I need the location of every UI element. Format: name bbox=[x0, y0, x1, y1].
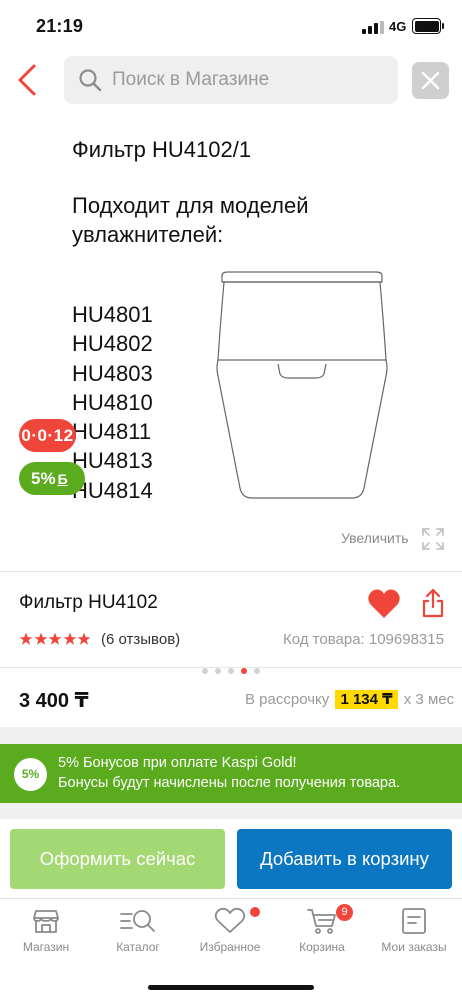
bonus-banner-line1: 5% Бонусов при оплате Kaspi Gold! bbox=[58, 755, 297, 771]
tab-label: Мои заказы bbox=[381, 940, 447, 954]
divider bbox=[0, 667, 462, 668]
model-item: HU4810 bbox=[72, 389, 153, 415]
product-price: 3 400 ₸ bbox=[19, 690, 89, 712]
section-gap bbox=[0, 727, 462, 744]
gallery-dot-active[interactable] bbox=[241, 667, 247, 674]
model-item: HU4801 bbox=[72, 302, 153, 327]
installment-suffix: х 3 мес bbox=[403, 691, 455, 708]
status-time: 21:19 bbox=[36, 16, 84, 36]
search-input[interactable] bbox=[112, 56, 392, 104]
buy-now-button[interactable]: Оформить сейчас bbox=[10, 829, 225, 889]
status-bar: 21:19 4G bbox=[0, 0, 462, 52]
model-item: HU4802 bbox=[72, 331, 153, 357]
tab-favorites[interactable]: Избранное bbox=[184, 907, 276, 963]
back-button[interactable] bbox=[14, 62, 42, 98]
model-item: HU4813 bbox=[72, 448, 153, 474]
chevron-left-icon bbox=[18, 64, 36, 96]
network-type: 4G bbox=[389, 19, 407, 34]
rating-stars bbox=[19, 632, 92, 648]
product-code: Код товара: 109698315 bbox=[283, 631, 444, 648]
product-title: Фильтр HU4102 bbox=[19, 592, 158, 613]
installment-prefix: В рассрочку bbox=[245, 691, 330, 708]
favorite-button[interactable] bbox=[367, 588, 401, 620]
bottom-tab-bar: Магазин Каталог Избранное 9 Корзина Мои … bbox=[0, 898, 462, 999]
tab-label: Каталог bbox=[116, 940, 160, 954]
cart-count-badge: 9 bbox=[336, 904, 353, 921]
star-icon bbox=[34, 632, 47, 645]
tab-shop[interactable]: Магазин bbox=[0, 907, 92, 963]
gallery-dot[interactable] bbox=[215, 667, 221, 674]
heart-filled-icon bbox=[368, 589, 400, 618]
model-item: HU4811 bbox=[72, 419, 152, 445]
sale-timer-badge: 0·0·12 bbox=[19, 419, 76, 452]
star-icon bbox=[77, 632, 91, 645]
section-gap bbox=[0, 803, 462, 819]
add-to-cart-button[interactable]: Добавить в корзину bbox=[237, 829, 452, 889]
image-subtitle-2: увлажнителей: bbox=[72, 222, 224, 247]
battery-icon bbox=[412, 18, 444, 34]
product-image-text: Фильтр HU4102/1 Подходит для моделей увл… bbox=[72, 135, 309, 503]
home-indicator bbox=[148, 985, 314, 990]
catalog-search-icon bbox=[120, 910, 155, 932]
bonus-banner-badge: 5% bbox=[14, 758, 47, 791]
bonus-banner-line2: Бонусы будут начислены после получения т… bbox=[58, 775, 401, 791]
installment-amount: 1 134 ₸ bbox=[335, 690, 398, 709]
tab-label: Корзина bbox=[299, 940, 345, 954]
shop-icon bbox=[33, 910, 59, 933]
orders-icon bbox=[402, 908, 426, 934]
signal-icon bbox=[362, 21, 384, 34]
reviews-link[interactable]: (6 отзывов) bbox=[101, 631, 180, 648]
search-bar[interactable] bbox=[64, 56, 398, 104]
heart-icon bbox=[214, 907, 246, 933]
star-icon bbox=[63, 632, 76, 645]
product-image-gallery[interactable]: Фильтр HU4102/1 Подходит для моделей увл… bbox=[0, 118, 462, 674]
installment-info[interactable]: В рассрочку 1 134 ₸ х 3 мес bbox=[245, 690, 455, 709]
search-icon bbox=[79, 69, 102, 92]
image-title: Фильтр HU4102/1 bbox=[72, 137, 252, 162]
gallery-dot[interactable] bbox=[254, 667, 260, 674]
expand-icon bbox=[422, 528, 444, 550]
humidifier-drawing bbox=[216, 271, 388, 499]
model-item: HU4803 bbox=[72, 360, 153, 386]
bonus-badge-currency: Б bbox=[57, 471, 68, 487]
image-subtitle-1: Подходит для моделей bbox=[72, 193, 309, 218]
notification-dot bbox=[250, 907, 260, 917]
share-icon bbox=[422, 588, 444, 618]
divider bbox=[0, 571, 462, 572]
zoom-label: Увеличить bbox=[341, 530, 409, 546]
star-icon bbox=[48, 632, 62, 645]
clear-search-button[interactable] bbox=[412, 62, 449, 99]
gallery-pagination bbox=[202, 662, 267, 674]
tab-label: Избранное bbox=[199, 940, 261, 954]
star-icon bbox=[19, 632, 33, 645]
tab-catalog[interactable]: Каталог bbox=[92, 907, 184, 963]
bonus-banner[interactable]: 5% 5% Бонусов при оплате Kaspi Gold! Бон… bbox=[0, 744, 462, 803]
gallery-dot[interactable] bbox=[228, 667, 234, 674]
tab-orders[interactable]: Мои заказы bbox=[368, 907, 460, 963]
bonus-badge-percent: 5% bbox=[31, 469, 56, 488]
bonus-badge: 5% Б bbox=[19, 462, 85, 495]
close-icon bbox=[421, 71, 440, 90]
gallery-dot[interactable] bbox=[202, 667, 208, 674]
tab-label: Магазин bbox=[22, 940, 70, 954]
tab-cart[interactable]: 9 Корзина bbox=[276, 904, 368, 963]
share-button[interactable] bbox=[421, 587, 445, 619]
cart-icon bbox=[307, 909, 336, 934]
